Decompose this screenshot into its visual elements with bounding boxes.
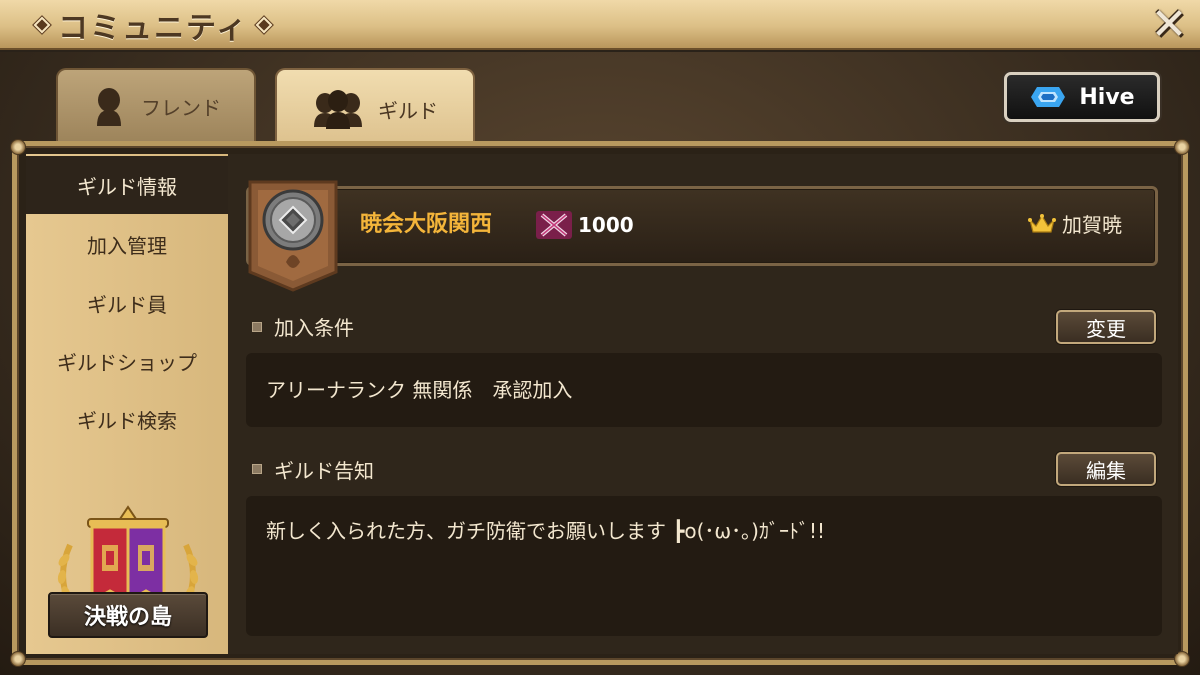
guild-points: 1000 xyxy=(578,213,634,237)
tab-friend-label: フレンド xyxy=(141,95,221,120)
sidebar-item-label: 加入管理 xyxy=(87,233,167,258)
sidebar-item-join-management[interactable]: 加入管理 xyxy=(26,215,228,273)
notice-text: 新しく入られた方、ガチ防衛でお願いします ┣o(･ω･｡)ｶﾞｰﾄﾞ!! xyxy=(266,519,826,543)
tab-guild-label: ギルド xyxy=(378,98,438,123)
person-icon xyxy=(97,88,121,126)
hive-label: Hive xyxy=(1079,84,1135,110)
conditions-text: アリーナランク 無関係 承認加入 xyxy=(266,378,573,402)
hive-logo-icon xyxy=(1031,87,1066,107)
guild-master-name: 加賀暁 xyxy=(1062,213,1122,237)
section-bullet-icon xyxy=(252,322,262,332)
crown-icon xyxy=(1028,214,1056,233)
hive-button[interactable]: Hive xyxy=(1004,72,1160,122)
sidebar-item-guild-search[interactable]: ギルド検索 xyxy=(26,390,228,448)
conditions-box: アリーナランク 無関係 承認加入 xyxy=(246,353,1162,427)
edit-button-label: 編集 xyxy=(1086,458,1126,483)
window-title: コミュニティ xyxy=(58,11,249,46)
tab-friend[interactable]: フレンド xyxy=(56,68,256,142)
change-button-label: 変更 xyxy=(1086,316,1126,341)
title-wrap: コミュニティ xyxy=(33,6,273,46)
section-bullet-icon xyxy=(252,464,262,474)
change-conditions-button[interactable]: 変更 xyxy=(1056,310,1156,344)
sidebar-item-label: ギルド情報 xyxy=(77,174,177,199)
sidebar-item-label: ギルド員 xyxy=(87,292,167,317)
guild-emblem-icon[interactable] xyxy=(248,180,338,292)
close-icon[interactable]: ✕ xyxy=(1148,3,1190,47)
guild-name: 暁会大阪関西 xyxy=(360,212,493,237)
corner-stud-icon xyxy=(10,139,26,155)
notice-title: ギルド告知 xyxy=(274,459,374,483)
sidebar-item-guild-info[interactable]: ギルド情報 xyxy=(26,156,228,214)
conditions-title: 加入条件 xyxy=(274,316,354,340)
corner-stud-icon xyxy=(1174,139,1190,155)
notice-box: 新しく入られた方、ガチ防衛でお願いします ┣o(･ω･｡)ｶﾞｰﾄﾞ!! xyxy=(246,496,1162,636)
crossed-swords-icon xyxy=(536,211,572,239)
corner-stud-icon xyxy=(10,651,26,667)
title-bar: コミュニティ ✕ xyxy=(0,0,1200,50)
sidebar-item-label: ギルド検索 xyxy=(77,408,177,433)
group-icon xyxy=(314,90,362,129)
sidebar-item-guild-members[interactable]: ギルド員 xyxy=(26,274,228,332)
diamond-ornament-icon xyxy=(255,16,273,34)
event-button[interactable]: 決戦の島 xyxy=(48,592,208,638)
sidebar-item-guild-shop[interactable]: ギルドショップ xyxy=(26,332,228,390)
event-button-label: 決戦の島 xyxy=(83,605,172,630)
sidebar-item-label: ギルドショップ xyxy=(57,350,197,375)
edit-notice-button[interactable]: 編集 xyxy=(1056,452,1156,486)
tab-guild[interactable]: ギルド xyxy=(275,68,475,148)
diamond-ornament-icon xyxy=(33,16,51,34)
